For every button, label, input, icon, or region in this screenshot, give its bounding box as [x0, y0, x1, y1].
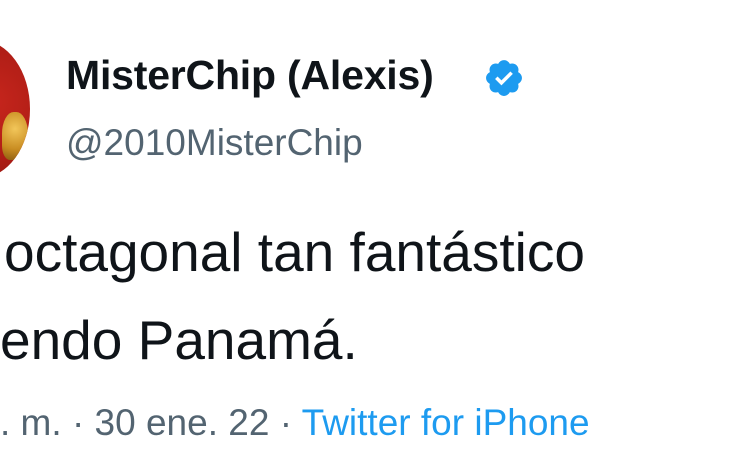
trophy-icon	[2, 112, 28, 160]
tweet-card: MisterChip (Alexis) @2010MisterChip octa…	[0, 0, 741, 475]
author-display-name[interactable]: MisterChip (Alexis)	[66, 52, 434, 99]
tweet-metadata: . m. · 30 ene. 22 · Twitter for iPhone	[0, 402, 590, 444]
author-handle[interactable]: @2010MisterChip	[66, 122, 363, 164]
meta-separator: ·	[269, 402, 302, 443]
verified-badge-icon	[486, 60, 522, 96]
tweet-text-line-2: endo Panamá.	[0, 309, 358, 371]
tweet-time-fragment: . m. ·	[0, 402, 95, 443]
tweet-text-line-1: octagonal tan fantástico	[4, 221, 585, 283]
tweet-source-link[interactable]: Twitter for iPhone	[302, 402, 590, 443]
avatar[interactable]	[0, 40, 30, 178]
tweet-date[interactable]: 30 ene. 22	[95, 402, 270, 443]
